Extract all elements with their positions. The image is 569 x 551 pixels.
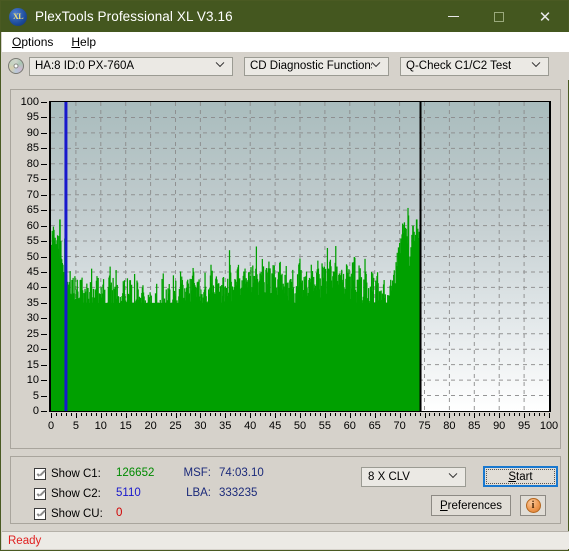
test-select-value: Q-Check C1/C2 Test xyxy=(406,60,512,72)
info-icon: i xyxy=(525,498,541,513)
chart-panel: 0 5 10 15 20 25 30 35 40 45 50 55 60 65 70 75 80 85 90 95 10… xyxy=(10,89,561,449)
x-axis-tick-label: 65 xyxy=(368,420,381,432)
app-window: XL PlexTools Professional XL V3.16 ✕ Opt… xyxy=(0,0,569,551)
show-c1-label: Show C1: xyxy=(51,468,101,480)
x-axis-tick-label: 40 xyxy=(244,420,257,432)
x-axis-tick-label: 0 xyxy=(47,420,55,432)
lba-value: 333235 xyxy=(219,487,258,499)
menu-options-label: ptions xyxy=(21,35,54,49)
x-axis-tick-label: 50 xyxy=(293,420,307,432)
show-c1-row[interactable]: Show C1: xyxy=(34,466,101,482)
preferences-button-label: Preferences xyxy=(439,499,502,512)
x-axis-tick-label: 85 xyxy=(468,420,481,432)
window-title: PlexTools Professional XL V3.16 xyxy=(35,9,233,24)
function-select[interactable]: CD Diagnostic Functions xyxy=(244,56,389,76)
x-axis-tick-label: 75 xyxy=(418,420,431,432)
x-axis-tick-label: 20 xyxy=(144,420,157,432)
menu-bar: Options Help xyxy=(2,32,569,52)
test-select[interactable]: Q-Check C1/C2 Test xyxy=(400,56,549,76)
window-controls: ✕ xyxy=(430,1,568,32)
x-axis-tick-label: 60 xyxy=(343,420,356,432)
minimize-button[interactable] xyxy=(430,1,476,32)
speed-select[interactable]: 8 X CLV xyxy=(361,467,466,487)
xl-app-icon: XL xyxy=(9,7,27,26)
maximize-button[interactable] xyxy=(476,1,522,32)
menu-help-label: elp xyxy=(80,35,97,49)
x-axis-tick-label: 45 xyxy=(268,420,282,432)
x-axis-labels: 0 5 10 15 20 25 30 35 40 45 50 55 60 65 70 75 80 85 90 95 10… xyxy=(11,90,560,448)
x-axis-tick-label: 30 xyxy=(194,420,207,432)
c2-value: 5110 xyxy=(116,487,141,499)
x-axis-tick-label: 70 xyxy=(393,420,406,432)
show-c2-checkbox[interactable] xyxy=(34,488,46,500)
drive-select-value: HA:8 ID:0 PX-760A xyxy=(35,60,135,72)
close-button[interactable]: ✕ xyxy=(522,1,568,32)
x-axis-tick-label: 10 xyxy=(94,420,107,432)
info-button[interactable]: i xyxy=(520,495,546,516)
show-c2-row[interactable]: Show C2: xyxy=(34,486,101,502)
x-axis-tick-label: 90 xyxy=(493,420,506,432)
speed-select-value: 8 X CLV xyxy=(368,471,410,483)
msf-value: 74:03.10 xyxy=(219,467,264,479)
chevron-down-icon xyxy=(216,62,225,71)
drive-select[interactable]: HA:8 ID:0 PX-760A xyxy=(29,56,233,76)
show-cu-label: Show CU: xyxy=(51,508,103,520)
chevron-down-icon xyxy=(449,473,458,482)
menu-help[interactable]: Help xyxy=(63,34,104,50)
chevron-down-icon xyxy=(532,62,541,71)
x-axis-tick-label: 15 xyxy=(119,420,132,432)
x-axis-tick-label: 100 xyxy=(539,420,559,432)
lba-label: LBA: xyxy=(186,487,211,499)
x-axis-tick-label: 55 xyxy=(318,420,332,432)
x-axis-tick-label: 5 xyxy=(72,420,79,432)
start-button-label: tart xyxy=(516,470,533,483)
title-bar: XL PlexTools Professional XL V3.16 ✕ xyxy=(1,1,568,32)
c1-value: 126652 xyxy=(116,467,155,479)
selector-toolbar: HA:8 ID:0 PX-760A CD Diagnostic Function… xyxy=(2,52,569,80)
x-axis-tick-label: 25 xyxy=(169,420,182,432)
status-text: Ready xyxy=(8,534,42,547)
cu-value: 0 xyxy=(116,507,123,519)
show-cu-row[interactable]: Show CU: xyxy=(34,506,103,522)
start-button[interactable]: Start xyxy=(483,466,558,487)
cd-disc-icon xyxy=(8,58,24,74)
status-bar: Ready xyxy=(2,531,569,549)
maximize-icon xyxy=(494,11,504,22)
chart-inner: 0 5 10 15 20 25 30 35 40 45 50 55 60 65 70 75 80 85 90 95 10… xyxy=(11,90,560,448)
show-cu-checkbox[interactable] xyxy=(34,508,46,520)
function-select-value: CD Diagnostic Functions xyxy=(250,60,372,72)
minimize-icon xyxy=(447,16,459,17)
x-axis-tick-label: 95 xyxy=(517,420,531,432)
msf-label: MSF: xyxy=(183,467,211,479)
controls-panel: Show C1: 126652 Show C2: 5110 Show CU: 0… xyxy=(10,456,561,524)
start-button-inner: Start xyxy=(486,469,555,484)
x-axis-tick-label: 35 xyxy=(219,420,232,432)
preferences-button[interactable]: Preferences xyxy=(431,495,511,516)
show-c2-label: Show C2: xyxy=(51,488,101,500)
show-c1-checkbox[interactable] xyxy=(34,468,46,480)
x-axis-tick-label: 80 xyxy=(443,420,456,432)
close-icon: ✕ xyxy=(538,8,552,26)
chevron-down-icon xyxy=(372,62,381,71)
menu-options[interactable]: Options xyxy=(4,34,61,50)
